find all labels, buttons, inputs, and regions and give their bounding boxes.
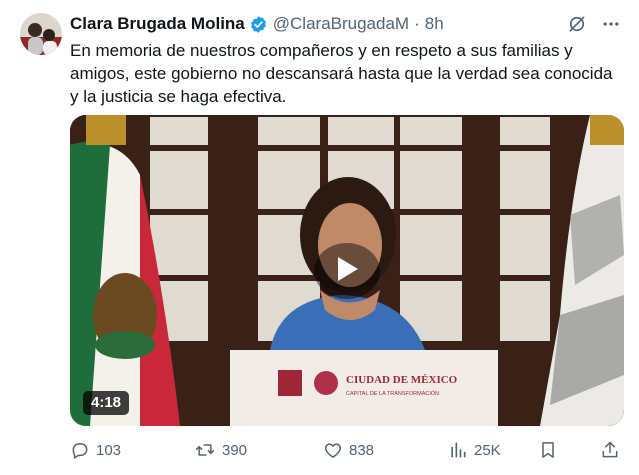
views-icon	[448, 440, 468, 460]
top-actions	[567, 14, 621, 39]
podium-title: CIUDAD DE MÉXICO	[346, 374, 458, 386]
reply-count: 103	[96, 441, 122, 459]
play-button[interactable]	[314, 243, 380, 299]
verified-badge-icon[interactable]	[249, 15, 268, 34]
more-icon[interactable]	[601, 14, 621, 39]
author-name[interactable]: Clara Brugada Molina	[70, 14, 245, 34]
reply-icon	[70, 440, 90, 460]
action-bar: 103 390 838 25K	[70, 440, 625, 464]
repost-icon	[194, 440, 216, 460]
views-count: 25K	[474, 441, 501, 459]
tweet-text: En memoria de nuestros compañeros y en r…	[70, 41, 613, 106]
views-button[interactable]: 25K	[448, 440, 501, 460]
repost-button[interactable]: 390	[194, 440, 247, 460]
like-icon	[323, 440, 343, 460]
bookmark-button[interactable]	[538, 440, 558, 460]
share-button[interactable]	[600, 440, 620, 460]
play-icon	[334, 255, 360, 288]
timestamp[interactable]: 8h	[425, 14, 444, 34]
like-button[interactable]: 838	[323, 440, 374, 460]
separator-dot: ·	[414, 14, 420, 33]
avatar[interactable]	[20, 13, 62, 55]
video-duration: 4:18	[83, 391, 130, 415]
bookmark-icon	[538, 440, 558, 460]
grok-icon[interactable]	[567, 14, 587, 39]
author-handle[interactable]: @ClaraBrugadaM	[273, 14, 409, 34]
podium-subtitle: CAPITAL DE LA TRANSFORMACIÓN	[346, 390, 439, 397]
tweet-header: Clara Brugada Molina @ClaraBrugadaM · 8h	[70, 12, 619, 36]
reply-button[interactable]: 103	[70, 440, 121, 460]
like-count: 838	[349, 441, 375, 459]
share-icon	[600, 440, 620, 460]
repost-count: 390	[222, 441, 248, 459]
